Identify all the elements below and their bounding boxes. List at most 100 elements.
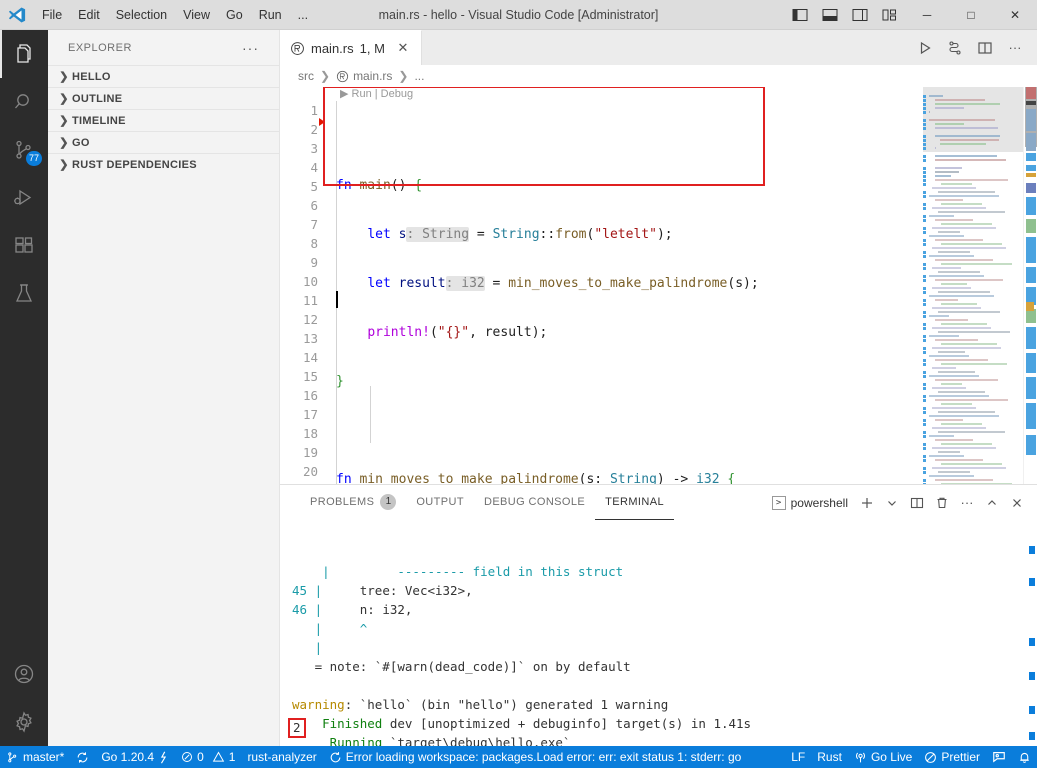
menu-view[interactable]: View [175, 0, 218, 29]
sidebar-section-rust-dependencies[interactable]: ❯ RUST DEPENDENCIES [48, 153, 279, 175]
toggle-secondary-sidebar-icon[interactable] [845, 0, 875, 29]
menu-file[interactable]: File [34, 0, 70, 29]
status-go-label: Go 1.20.4 [101, 750, 155, 764]
menu-run[interactable]: Run [251, 0, 290, 29]
sidebar-section-timeline[interactable]: ❯ TIMELINE [48, 109, 279, 131]
minimap-change-marker [923, 375, 926, 378]
sidebar-section-go[interactable]: ❯ GO [48, 131, 279, 153]
tab-output[interactable]: OUTPUT [406, 485, 474, 520]
minimap-line [932, 347, 1001, 349]
status-branch[interactable]: master* [0, 746, 70, 768]
minimap-line [929, 455, 964, 457]
prettier-icon [924, 751, 937, 764]
new-terminal-button[interactable] [855, 491, 879, 515]
split-terminal-button[interactable] [905, 491, 929, 515]
overview-ruler-mark [1026, 377, 1036, 399]
terminal-line: | [292, 638, 1037, 657]
panel-more-actions-button[interactable]: ··· [955, 491, 979, 515]
breadcrumb-symbol[interactable]: ... [414, 69, 424, 83]
minimap-line [932, 367, 956, 369]
terminal-line: | --------- field in this struct [292, 562, 1037, 581]
sidebar-section-label: TIMELINE [72, 114, 126, 127]
terminal-scrollbar-mark [1029, 732, 1035, 740]
tab-terminal[interactable]: TERMINAL [595, 485, 674, 520]
tab-debug-console[interactable]: DEBUG CONSOLE [474, 485, 595, 520]
sidebar-item-extensions[interactable] [0, 222, 48, 270]
maximize-button[interactable]: □ [949, 0, 993, 29]
terminal-dropdown-button[interactable] [880, 491, 904, 515]
terminal-name: powershell [790, 495, 848, 510]
status-rust-analyzer[interactable]: rust-analyzer [241, 746, 322, 768]
menu-edit[interactable]: Edit [70, 0, 108, 29]
minimap-change-marker [923, 359, 926, 362]
status-go-live[interactable]: Go Live [848, 746, 918, 768]
status-notifications[interactable] [1012, 746, 1037, 768]
menu-go[interactable]: Go [218, 0, 251, 29]
minimap-line [929, 119, 996, 121]
terminal-selector[interactable]: > powershell [766, 494, 854, 512]
customize-layout-icon[interactable] [875, 0, 905, 29]
terminal-output[interactable]: | --------- field in this struct 45 | tre… [280, 520, 1037, 746]
status-feedback[interactable] [986, 746, 1012, 768]
minimap-line [941, 483, 1012, 484]
status-sync[interactable] [70, 746, 95, 768]
close-panel-button[interactable] [1005, 491, 1029, 515]
code-editor[interactable]: ▶ Run | Debug 1 2 3 4 5 6 7 8 9 10 11 12… [280, 87, 1037, 484]
tab-close-icon[interactable]: ✕ [395, 40, 411, 56]
split-editor-button[interactable] [971, 34, 999, 62]
sidebar-item-source-control[interactable]: 77 [0, 126, 48, 174]
manage-settings-button[interactable] [0, 698, 48, 746]
toggle-primary-sidebar-icon[interactable] [785, 0, 815, 29]
close-button[interactable]: ✕ [993, 0, 1037, 29]
minimap-line [935, 479, 993, 481]
minimap-change-marker [923, 347, 926, 350]
breadcrumb: src ❯ main.rs ❯ ... [280, 65, 1037, 87]
editor-scrollbar[interactable] [1023, 87, 1037, 484]
line-number-gutter: 1 2 3 4 5 6 7 8 9 10 11 12 13 14 15 16 1 [280, 87, 328, 484]
sidebar-section-outline[interactable]: ❯ OUTLINE [48, 87, 279, 109]
minimap-change-marker [923, 183, 926, 186]
accounts-button[interactable] [0, 650, 48, 698]
sidebar-item-testing[interactable] [0, 270, 48, 318]
run-debug-button[interactable] [941, 34, 969, 62]
terminal-text: Finished [292, 716, 383, 731]
sidebar-section-hello[interactable]: ❯ HELLO [48, 65, 279, 87]
sidebar-item-run-and-debug[interactable] [0, 174, 48, 222]
kill-terminal-button[interactable] [930, 491, 954, 515]
breadcrumb-src[interactable]: src [298, 69, 314, 83]
vscode-window: File Edit Selection View Go Run ... main… [0, 0, 1037, 768]
breadcrumb-file[interactable]: main.rs [353, 69, 392, 83]
minimap-line [938, 191, 995, 193]
status-prettier[interactable]: Prettier [918, 746, 986, 768]
code-lens-run-debug[interactable]: ▶ Run | Debug [340, 87, 413, 101]
menu-more[interactable]: ... [290, 0, 316, 29]
minimap-line [929, 195, 999, 197]
toggle-panel-icon[interactable] [815, 0, 845, 29]
status-eol[interactable]: LF [785, 746, 811, 768]
breadcrumb-separator-icon: ❯ [398, 69, 409, 83]
sidebar-item-search[interactable] [0, 78, 48, 126]
sidebar-item-explorer[interactable] [0, 30, 48, 78]
status-problems[interactable]: 0 1 [175, 746, 241, 768]
beaker-icon [12, 282, 36, 306]
status-workspace-error[interactable]: Error loading workspace: packages.Load e… [323, 746, 748, 768]
panel-actions: > powershell ··· [766, 491, 1037, 515]
sidebar-more-icon[interactable]: ··· [242, 40, 259, 56]
minimap-change-marker [923, 363, 926, 366]
tab-status: 1, M [359, 40, 385, 56]
minimap-change-marker [923, 315, 926, 318]
tab-main-rs[interactable]: main.rs 1, M ✕ [280, 30, 422, 65]
minimize-button[interactable]: ─ [905, 0, 949, 29]
minimap[interactable] [923, 87, 1023, 484]
maximize-panel-button[interactable] [980, 491, 1004, 515]
status-go-version[interactable]: Go 1.20.4 [95, 746, 175, 768]
code-content[interactable]: fn main() { let s: String = String::from… [328, 87, 923, 484]
editor-more-actions-button[interactable]: ··· [1001, 34, 1029, 62]
minimap-change-marker [923, 135, 926, 138]
menu-selection[interactable]: Selection [108, 0, 175, 29]
run-button[interactable] [911, 34, 939, 62]
status-language-mode[interactable]: Rust [811, 746, 848, 768]
overview-ruler-mark [1026, 165, 1036, 171]
tab-problems[interactable]: PROBLEMS 1 [300, 485, 406, 520]
status-rust-analyzer-label: rust-analyzer [247, 750, 317, 764]
